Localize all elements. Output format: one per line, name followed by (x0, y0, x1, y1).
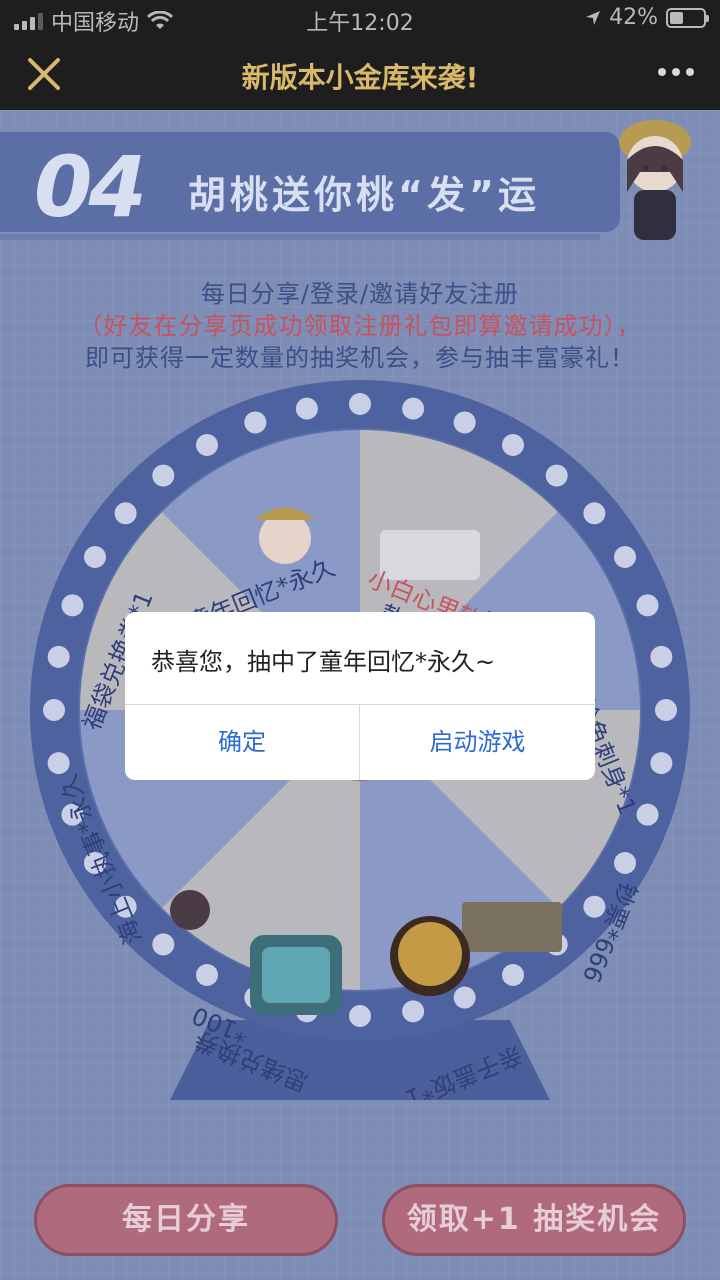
wheel-light (402, 397, 425, 420)
wheel-light (83, 546, 106, 568)
wheel-light (614, 852, 637, 874)
claim-chance-button[interactable]: 领取+1 抽奖机会 (382, 1184, 686, 1256)
section-banner: 04 胡桃送你桃“发”运 (0, 132, 620, 240)
status-bar: 中国移动 上午12:02 42% (0, 0, 720, 36)
wheel-light (545, 464, 568, 487)
wheel-light (502, 964, 524, 987)
wheel-light (502, 433, 524, 456)
wheel-light (114, 502, 137, 525)
wheel-light (614, 546, 637, 568)
battery-percent: 42% (609, 5, 658, 30)
start-game-button[interactable]: 启动游戏 (360, 705, 595, 780)
wheel-light (349, 1005, 371, 1027)
dialog-message: 恭喜您，抽中了童年回忆*永久~ (151, 648, 496, 676)
wheel-light (636, 594, 659, 617)
wheel-light (650, 752, 673, 775)
wheel-light (453, 986, 476, 1009)
wheel-light (152, 464, 175, 487)
section-number: 04 (34, 138, 147, 236)
wheel-light (453, 411, 476, 434)
wheel-light (47, 752, 70, 775)
wheel-light (196, 964, 218, 987)
wheel-light (583, 502, 606, 525)
page-title: 新版本小金库来袭! (241, 61, 479, 94)
wheel-light (402, 1000, 425, 1023)
wheel-light (47, 645, 70, 668)
section-title: 胡桃送你桃“发”运 (188, 173, 540, 217)
prize-dialog: 恭喜您，抽中了童年回忆*永久~ 确定 启动游戏 (125, 612, 595, 780)
mascot-illustration (619, 120, 691, 240)
wheel-light (196, 433, 218, 456)
nav-bar: 新版本小金库来袭! (0, 36, 720, 110)
battery-icon (666, 7, 709, 28)
wheel-light (349, 393, 371, 415)
rules-line-1: 每日分享/登录/邀请好友注册 (200, 280, 520, 308)
rules-line-3: 即可获得一定数量的抽奖机会，参与抽丰富豪礼！ (85, 344, 635, 372)
wheel-light (61, 594, 84, 617)
location-arrow-icon (586, 10, 601, 25)
wheel-light (650, 645, 673, 668)
wheel-light (295, 397, 318, 420)
more-icon[interactable] (656, 62, 696, 82)
daily-share-button[interactable]: 每日分享 (34, 1184, 338, 1256)
confirm-button[interactable]: 确定 (125, 705, 359, 780)
wheel-light (43, 699, 65, 721)
wheel-light (655, 699, 677, 721)
wheel-light (244, 411, 267, 434)
wheel-light (152, 933, 175, 956)
rules-line-2: （好友在分享页成功领取注册礼包即算邀请成功）， (78, 312, 642, 340)
